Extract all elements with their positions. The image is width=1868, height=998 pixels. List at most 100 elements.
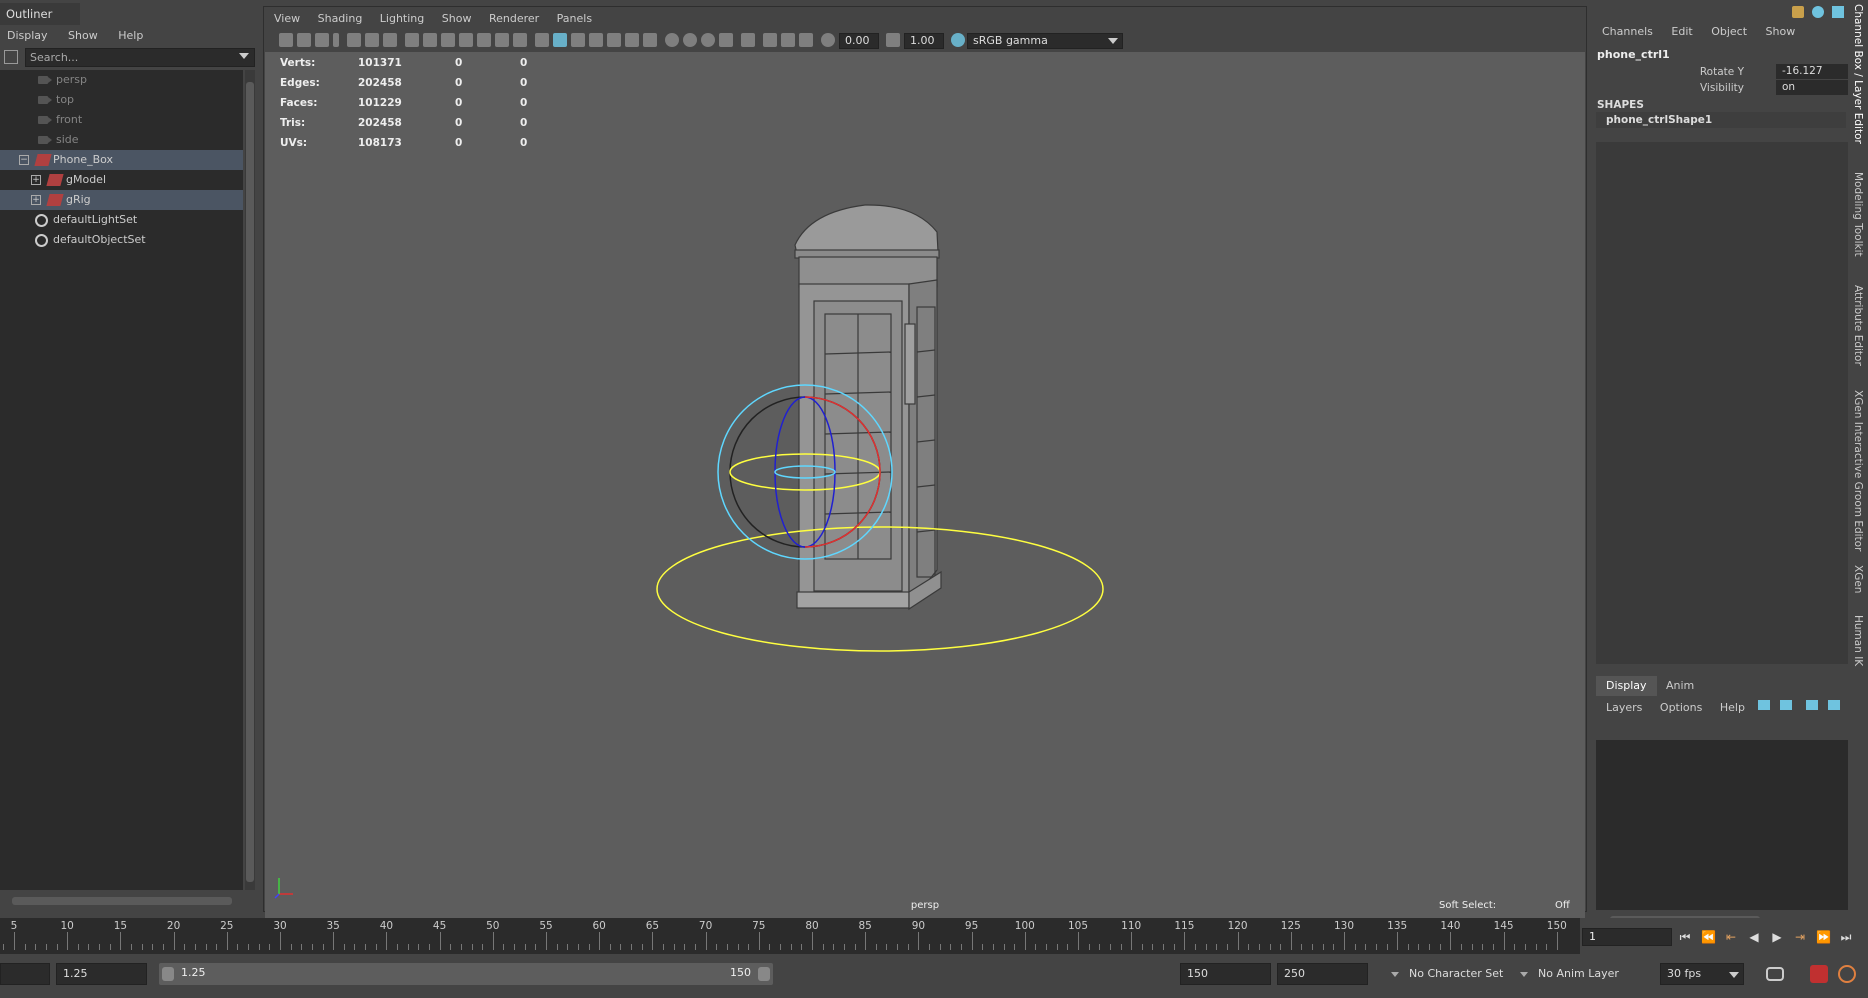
lights-icon[interactable] <box>625 33 639 47</box>
scrollbar-thumb[interactable] <box>12 897 232 905</box>
range-start-handle[interactable] <box>162 967 174 981</box>
outliner-menu-display[interactable]: Display <box>0 25 48 47</box>
outliner-horizontal-scrollbar[interactable] <box>0 894 243 908</box>
shadows-icon[interactable] <box>643 33 657 47</box>
side-tab-attribute-editor[interactable]: Attribute Editor <box>1852 285 1864 366</box>
go-to-start-icon[interactable]: ⏮ <box>1678 930 1692 944</box>
side-tab-modeling-toolkit[interactable]: Modeling Toolkit <box>1852 172 1864 257</box>
outliner-item-front[interactable]: front <box>0 110 243 130</box>
layer-menu-options[interactable]: Options <box>1650 698 1702 718</box>
attr-rotate-y[interactable]: Rotate Y -16.127 <box>1592 64 1848 80</box>
viewport-menu-show[interactable]: Show <box>432 9 472 29</box>
time-ruler[interactable]: 5 10 15 20 25 30 35 40 45 50 55 60 65 70 75 80 85 90 95 100… <box>0 918 1580 954</box>
new-layer-icon[interactable] <box>1806 700 1818 710</box>
xray-icon[interactable] <box>763 33 777 47</box>
expand-icon[interactable]: + <box>31 175 41 185</box>
color-management-icon[interactable] <box>951 33 965 47</box>
viewport-menu-shading[interactable]: Shading <box>308 9 363 29</box>
viewport-menu-renderer[interactable]: Renderer <box>479 9 539 29</box>
default-material-icon[interactable] <box>571 33 585 47</box>
play-forwards-icon[interactable]: ▶ <box>1770 930 1784 944</box>
grid-icon[interactable] <box>405 33 419 47</box>
go-to-end-icon[interactable]: ⏭ <box>1839 930 1853 944</box>
viewport-menu-view[interactable]: View <box>264 9 300 29</box>
wireframe-icon[interactable] <box>535 33 549 47</box>
motion-blur-icon[interactable] <box>683 33 697 47</box>
viewport-menu-lighting[interactable]: Lighting <box>370 9 424 29</box>
attr-value[interactable]: -16.127 <box>1776 64 1848 79</box>
scrollbar-thumb[interactable] <box>246 82 254 882</box>
camera-attributes-icon[interactable] <box>297 33 311 47</box>
filter-icon[interactable] <box>4 50 18 64</box>
tab-display[interactable]: Display <box>1596 676 1657 696</box>
move-layer-down-icon[interactable] <box>1780 700 1792 710</box>
step-back-icon[interactable]: ⏪ <box>1701 930 1716 944</box>
outliner-item-grig[interactable]: + gRig <box>0 190 243 210</box>
exposure-field[interactable]: 0.00 <box>839 33 879 49</box>
select-camera-icon[interactable] <box>279 33 293 47</box>
start-time-field[interactable] <box>0 963 50 985</box>
play-backwards-icon[interactable]: ◀ <box>1747 930 1761 944</box>
outliner-item-gmodel[interactable]: + gModel <box>0 170 243 190</box>
xray-components-icon[interactable] <box>799 33 813 47</box>
fps-dropdown[interactable]: 30 fps <box>1660 963 1744 985</box>
field-chart-icon[interactable] <box>477 33 491 47</box>
side-tab-human-ik[interactable]: Human IK <box>1852 615 1864 666</box>
image-plane-icon[interactable] <box>333 33 339 47</box>
outliner-menu-help[interactable]: Help <box>111 25 143 47</box>
animation-end-field[interactable]: 250 <box>1277 963 1368 985</box>
pin-icon[interactable] <box>1832 6 1844 18</box>
range-end-handle[interactable] <box>758 967 770 981</box>
character-set-dropdown[interactable]: No Character Set <box>1385 963 1515 985</box>
side-tab-xgen[interactable]: XGen <box>1852 565 1864 593</box>
grease-pencil-icon[interactable] <box>347 33 361 47</box>
wireframe-on-shaded-icon[interactable] <box>589 33 603 47</box>
search-dropdown-icon[interactable] <box>239 53 249 59</box>
outliner-item-side[interactable]: side <box>0 130 243 150</box>
depth-of-field-icon[interactable] <box>719 33 733 47</box>
new-layer-selected-icon[interactable] <box>1828 700 1840 710</box>
bookmark-icon[interactable] <box>315 33 329 47</box>
film-gate-icon[interactable] <box>423 33 437 47</box>
phone-box-model[interactable] <box>794 204 942 611</box>
outliner-menu-show[interactable]: Show <box>61 25 98 47</box>
exposure-icon[interactable] <box>821 33 835 47</box>
attr-visibility[interactable]: Visibility on <box>1592 80 1848 96</box>
shape-name[interactable]: phone_ctrlShape1 <box>1596 112 1846 128</box>
search-input[interactable]: Search... <box>25 48 255 67</box>
tab-anim[interactable]: Anim <box>1656 676 1704 696</box>
safe-title-icon[interactable] <box>513 33 527 47</box>
anti-aliasing-icon[interactable] <box>701 33 715 47</box>
lock-icon[interactable] <box>1812 6 1824 18</box>
expand-icon[interactable]: + <box>31 195 41 205</box>
playback-start-field[interactable]: 1.25 <box>56 963 147 985</box>
cb-menu-channels[interactable]: Channels <box>1592 22 1653 42</box>
layer-list[interactable] <box>1596 740 1848 910</box>
ambient-occlusion-icon[interactable] <box>665 33 679 47</box>
gamma-field[interactable]: 1.00 <box>904 33 944 49</box>
isolate-select-icon[interactable] <box>741 33 755 47</box>
step-back-key-icon[interactable]: ⇤ <box>1724 930 1738 944</box>
playback-end-field[interactable]: 150 <box>1180 963 1271 985</box>
attr-value[interactable]: on <box>1776 80 1848 95</box>
outliner-item-defaultlightset[interactable]: defaultLightSet <box>0 210 243 230</box>
resolution-gate-icon[interactable] <box>441 33 455 47</box>
textured-icon[interactable] <box>607 33 621 47</box>
cb-menu-object[interactable]: Object <box>1701 22 1747 42</box>
time-slider[interactable]: 5 10 15 20 25 30 35 40 45 50 55 60 65 70 75 80 85 90 95 100… <box>0 918 1868 954</box>
safe-action-icon[interactable] <box>495 33 509 47</box>
view-transform-dropdown[interactable]: sRGB gamma <box>967 33 1123 49</box>
side-tab-channel-box[interactable]: Channel Box / Layer Editor <box>1852 4 1864 144</box>
scene-canvas[interactable] <box>265 52 1585 920</box>
loop-icon[interactable] <box>1766 967 1784 981</box>
step-forward-key-icon[interactable]: ⇥ <box>1793 930 1807 944</box>
side-tab-xgen-groom[interactable]: XGen Interactive Groom Editor <box>1852 390 1864 551</box>
outliner-item-phone-box[interactable]: − Phone_Box <box>0 150 243 170</box>
gamma-icon[interactable] <box>886 33 900 47</box>
range-slider[interactable]: 1.25 150 <box>159 963 773 985</box>
viewport-menu-panels[interactable]: Panels <box>547 9 592 29</box>
step-forward-icon[interactable]: ⏩ <box>1816 930 1831 944</box>
auto-key-icon[interactable] <box>1810 965 1828 983</box>
anim-layer-dropdown[interactable]: No Anim Layer <box>1514 963 1644 985</box>
outliner-item-top[interactable]: top <box>0 90 243 110</box>
